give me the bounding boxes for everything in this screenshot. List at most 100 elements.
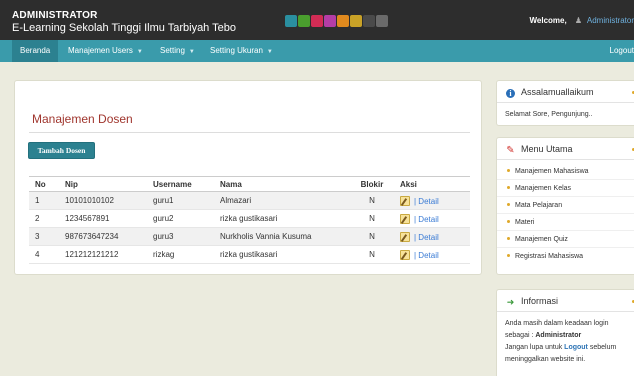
username-link[interactable]: Administrator <box>587 16 634 25</box>
cell-no: 1 <box>29 191 59 210</box>
cell-username: guru3 <box>147 227 214 246</box>
table-row: 2 1234567891 guru2 rizka gustikasari N |… <box>29 209 470 228</box>
cell-nama: Nurkholis Vannia Kusuma <box>214 227 350 246</box>
cell-no: 3 <box>29 227 59 246</box>
greeting-box: i Assalamuallaikum Selamat Sore, Pengunju… <box>496 80 634 126</box>
greeting-text: Selamat Sore, Pengunjung.. <box>505 111 593 118</box>
table-row: 4 121212121212 rizkag rizka gustikasari … <box>29 245 470 264</box>
theme-swatch[interactable] <box>363 15 375 27</box>
chevron-down-icon: ▼ <box>136 49 143 55</box>
cell-aksi: | Detail <box>394 245 470 264</box>
cell-nama: rizka gustikasari <box>214 209 350 228</box>
bullet-icon <box>507 220 510 223</box>
edit-pencil-icon[interactable] <box>400 213 410 224</box>
cell-nama: Almazari <box>214 191 350 210</box>
top-header: ADMINISTRATOR E-Learning Sekolah Tinggi … <box>0 0 634 40</box>
menu-item-label: Materi <box>515 219 535 226</box>
col-header-aksi: Aksi <box>394 176 470 192</box>
table-header-row: No Nip Username Nama Blokir Aksi <box>29 176 470 192</box>
info-role: Administrator <box>535 332 582 339</box>
nav-item-setting[interactable]: Setting ▼ <box>152 40 203 62</box>
col-header-nip: Nip <box>59 176 147 192</box>
cell-username: guru1 <box>147 191 214 210</box>
theme-swatch[interactable] <box>311 15 323 27</box>
theme-swatch[interactable] <box>376 15 388 27</box>
cell-nip: 1234567891 <box>59 209 147 228</box>
dosen-table: No Nip Username Nama Blokir Aksi 1 10101… <box>29 176 470 264</box>
info-icon: i <box>506 89 515 98</box>
nav-item-label: Setting <box>160 46 185 55</box>
detail-link[interactable]: | Detail <box>414 251 439 260</box>
menu-item-manajemen-quiz[interactable]: Manajemen Quiz <box>497 231 634 248</box>
nav-item-setting-ukuran[interactable]: Setting Ukuran ▼ <box>202 40 281 62</box>
menu-item-manajemen-mahasiswa[interactable]: Manajemen Mahasiswa <box>497 163 634 180</box>
theme-color-swatches <box>285 15 388 27</box>
add-dosen-button[interactable]: Tambah Dosen <box>28 142 95 159</box>
cell-nip: 987673647234 <box>59 227 147 246</box>
cell-blokir: N <box>350 209 394 228</box>
cell-blokir: N <box>350 191 394 210</box>
info-line-3: Jangan lupa untuk Logout sebelum <box>505 342 634 354</box>
info-line-2: sebagai : Administrator <box>505 330 634 342</box>
edit-pencil-icon[interactable] <box>400 195 410 206</box>
cell-blokir: N <box>350 245 394 264</box>
cell-no: 4 <box>29 245 59 264</box>
menu-utama-title: Menu Utama <box>521 144 573 154</box>
app-title: ADMINISTRATOR <box>12 10 98 21</box>
menu-utama-header: ✎ Menu Utama <box>497 138 634 160</box>
info-role-prefix: sebagai : <box>505 332 534 339</box>
title-divider <box>29 132 470 133</box>
menu-utama-list: Manajemen Mahasiswa Manajemen Kelas Mata… <box>497 160 634 265</box>
cell-aksi: | Detail <box>394 191 470 210</box>
nav-item-label: Manajemen Users <box>68 46 133 55</box>
bullet-icon <box>507 237 510 240</box>
theme-swatch[interactable] <box>350 15 362 27</box>
nav-item-manajemen-users[interactable]: Manajemen Users ▼ <box>60 40 151 62</box>
edit-pencil-icon[interactable] <box>400 249 410 260</box>
menu-item-mata-pelajaran[interactable]: Mata Pelajaran <box>497 197 634 214</box>
detail-link[interactable]: | Detail <box>414 233 439 242</box>
table-row: 3 987673647234 guru3 Nurkholis Vannia Ku… <box>29 227 470 246</box>
cell-blokir: N <box>350 227 394 246</box>
bullet-icon <box>507 186 510 189</box>
detail-link[interactable]: | Detail <box>414 197 439 206</box>
nav-item-beranda[interactable]: Beranda <box>12 40 59 62</box>
edit-pencil-icon[interactable] <box>400 231 410 242</box>
app-subtitle: E-Learning Sekolah Tinggi Ilmu Tarbiyah … <box>12 22 237 34</box>
col-header-username: Username <box>147 176 214 192</box>
nav-item-label: Beranda <box>20 46 51 55</box>
cell-nip: 121212121212 <box>59 245 147 264</box>
detail-link[interactable]: | Detail <box>414 215 439 224</box>
greeting-header: i Assalamuallaikum <box>497 81 634 103</box>
menu-item-label: Manajemen Kelas <box>515 185 572 192</box>
user-icon: ♟ <box>574 16 583 25</box>
table-row: 1 10101010102 guru1 Almazari N | Detail <box>29 191 470 210</box>
menu-item-label: Mata Pelajaran <box>515 202 563 209</box>
theme-swatch[interactable] <box>337 15 349 27</box>
main-nav: Beranda Manajemen Users ▼ Setting ▼ Settin… <box>0 40 634 62</box>
menu-item-label: Manajemen Quiz <box>515 236 568 243</box>
theme-swatch[interactable] <box>324 15 336 27</box>
informasi-header: ➜ Informasi <box>497 290 634 312</box>
menu-utama-box: ✎ Menu Utama Manajemen Mahasiswa Manajeme… <box>496 137 634 275</box>
info-line-4: meninggalkan website ini. <box>505 356 586 363</box>
pencil-icon: ✎ <box>506 145 515 156</box>
info-line-1: Anda masih dalam keadaan login <box>505 320 609 327</box>
logout-link[interactable]: Logout <box>610 40 634 62</box>
info-line3-prefix: Jangan lupa untuk <box>505 344 563 351</box>
cell-aksi: | Detail <box>394 209 470 228</box>
menu-item-registrasi-mahasiswa[interactable]: Registrasi Mahasiswa <box>497 248 634 265</box>
info-line3-suffix: sebelum <box>589 344 617 351</box>
theme-swatch[interactable] <box>298 15 310 27</box>
menu-item-materi[interactable]: Materi <box>497 214 634 231</box>
welcome-label: Welcome, <box>529 16 567 25</box>
col-header-no: No <box>29 176 59 192</box>
menu-item-manajemen-kelas[interactable]: Manajemen Kelas <box>497 180 634 197</box>
informasi-text: Anda masih dalam keadaan login sebagai :… <box>497 312 634 372</box>
cell-aksi: | Detail <box>394 227 470 246</box>
info-logout-link[interactable]: Logout <box>564 344 588 351</box>
greeting-title: Assalamuallaikum <box>521 87 594 97</box>
cell-nama: rizka gustikasari <box>214 245 350 264</box>
cell-username: rizkag <box>147 245 214 264</box>
theme-swatch[interactable] <box>285 15 297 27</box>
